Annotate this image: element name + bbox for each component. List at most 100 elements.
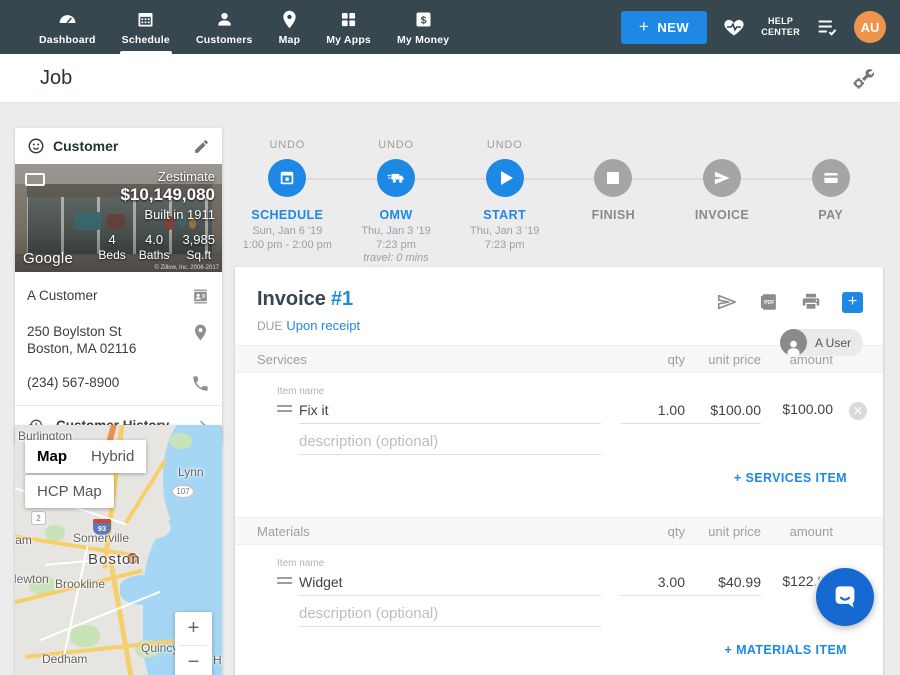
- nav-label: Map: [279, 34, 301, 46]
- section-name: Materials: [257, 524, 621, 539]
- zoom-in-button[interactable]: +: [175, 612, 212, 645]
- job-settings-wrench-icon[interactable]: [850, 66, 876, 92]
- omw-step-button[interactable]: [377, 159, 415, 197]
- customer-details: A Customer 250 Boylston StBoston, MA 021…: [15, 272, 222, 445]
- map-zoom-control: + −: [175, 612, 212, 675]
- map-card[interactable]: 107 2 93 Burlington Lynn Somerville Bost…: [15, 425, 222, 675]
- task-list-icon[interactable]: [815, 15, 839, 39]
- assigned-user-pill[interactable]: A User: [780, 329, 863, 356]
- nav-item-customers[interactable]: Customers: [183, 0, 266, 54]
- google-watermark: Google: [23, 250, 73, 267]
- step-pay: PAY: [776, 133, 885, 266]
- pdf-icon[interactable]: PDF: [758, 291, 780, 313]
- amount-column-header: amount: [761, 524, 833, 539]
- calendar-icon: [277, 168, 297, 188]
- unit-price-column-header: unit price: [685, 352, 761, 367]
- nav-label: Dashboard: [39, 34, 96, 46]
- customer-name: A Customer: [27, 287, 191, 304]
- add-invoice-item-button[interactable]: +: [842, 292, 863, 313]
- step-invoice: INVOICE: [668, 133, 777, 266]
- svg-text:$: $: [420, 14, 426, 26]
- send-invoice-icon[interactable]: [716, 291, 738, 313]
- invoice-header: Invoice#1 DUEUpon receipt PDF + A User: [235, 267, 883, 345]
- step-schedule: UNDO SCHEDULE Sun, Jan 6 '191:00 pm - 2:…: [233, 133, 342, 266]
- map-type-buttons: Map Hybrid: [25, 440, 146, 473]
- map-label: Dedham: [42, 652, 87, 666]
- item-name-input[interactable]: [299, 571, 601, 596]
- health-heart-icon[interactable]: [722, 15, 746, 39]
- description-input[interactable]: [299, 430, 601, 455]
- zoom-out-button[interactable]: −: [175, 646, 212, 675]
- property-photo: Zestimate $10,149,080 Built in 1911 4Bed…: [15, 164, 222, 272]
- help-center-button[interactable]: HELPCENTER: [761, 16, 800, 38]
- route-shield-107: 107: [172, 485, 194, 498]
- schedule-step-button[interactable]: [268, 159, 306, 197]
- qty-input[interactable]: [621, 399, 685, 424]
- pay-step-button[interactable]: [812, 159, 850, 197]
- invoice-step-button[interactable]: [703, 159, 741, 197]
- page-title: Job: [40, 67, 72, 90]
- map-label: Somerville: [73, 531, 129, 545]
- unit-price-input[interactable]: [685, 571, 761, 596]
- description-input[interactable]: [299, 602, 601, 627]
- page-header: Job: [0, 54, 900, 103]
- print-icon[interactable]: [800, 291, 822, 313]
- route-shield-2: 2: [31, 511, 46, 525]
- customer-phone: (234) 567-8900: [27, 374, 191, 391]
- nav-item-schedule[interactable]: Schedule: [109, 0, 183, 54]
- money-dollar-icon: $: [413, 9, 434, 30]
- undo-start-button[interactable]: UNDO: [450, 139, 559, 155]
- map-label: Waltham: [15, 533, 32, 547]
- due-terms-link[interactable]: Upon receipt: [286, 318, 360, 333]
- map-label: Brookline: [55, 577, 105, 591]
- map-label: Hingham: [213, 653, 222, 667]
- new-button[interactable]: +NEW: [621, 11, 707, 44]
- item-name-input[interactable]: [299, 399, 601, 424]
- qty-input[interactable]: [621, 571, 685, 596]
- add-materials-item-link[interactable]: + MATERIALS ITEM: [725, 643, 848, 657]
- apps-grid-icon: [338, 9, 359, 30]
- nav-item-my-apps[interactable]: My Apps: [313, 0, 384, 54]
- customer-card-title: Customer: [53, 138, 193, 154]
- drag-handle[interactable]: [277, 402, 292, 415]
- map-label: Lynn: [178, 465, 204, 479]
- nav-item-my-money[interactable]: $ My Money: [384, 0, 462, 54]
- start-step-button[interactable]: [486, 159, 524, 197]
- map-label: Newton: [15, 572, 49, 586]
- map-type-hybrid-button[interactable]: Hybrid: [79, 440, 146, 473]
- undo-omw-button[interactable]: UNDO: [342, 139, 451, 155]
- nav-item-map[interactable]: Map: [266, 0, 314, 54]
- map-label: Quincy: [141, 641, 178, 655]
- credit-card-icon: [821, 168, 841, 188]
- materials-section: Materials qty unit price amount Item nam…: [235, 517, 883, 673]
- item-name-label: Item name: [277, 386, 883, 397]
- chat-widget-button[interactable]: [816, 568, 874, 626]
- services-section: Services qty unit price amount Item name…: [235, 345, 883, 501]
- remove-item-button[interactable]: ✕: [849, 402, 867, 420]
- nav-item-dashboard[interactable]: Dashboard: [26, 0, 109, 54]
- qty-column-header: qty: [621, 352, 685, 367]
- drag-handle[interactable]: [277, 574, 292, 587]
- finish-step-button[interactable]: [594, 159, 632, 197]
- undo-schedule-button[interactable]: UNDO: [233, 139, 342, 155]
- job-progress-stepper: UNDO SCHEDULE Sun, Jan 6 '191:00 pm - 2:…: [233, 133, 885, 263]
- map-type-map-button[interactable]: Map: [25, 440, 79, 473]
- zestimate-overlay: Zestimate $10,149,080 Built in 1911: [120, 169, 215, 222]
- edit-pencil-icon[interactable]: [193, 138, 210, 155]
- line-amount: $100.00: [761, 401, 833, 424]
- add-services-item-link[interactable]: + SERVICES ITEM: [734, 471, 847, 485]
- user-avatar[interactable]: AU: [854, 11, 886, 43]
- plus-icon: +: [639, 17, 649, 37]
- map-pin-icon: [279, 9, 300, 30]
- section-name: Services: [257, 352, 621, 367]
- customer-address-row: 250 Boylston StBoston, MA 02116: [15, 314, 222, 365]
- nav-right: +NEW HELPCENTER AU: [621, 0, 886, 54]
- user-avatar-icon: [780, 329, 807, 356]
- invoice-card: Invoice#1 DUEUpon receipt PDF + A User S…: [235, 267, 883, 675]
- zestimate-value: $10,149,080: [120, 185, 215, 205]
- svg-text:PDF: PDF: [764, 300, 774, 306]
- unit-price-column-header: unit price: [685, 524, 761, 539]
- phone-icon[interactable]: [191, 374, 210, 393]
- hcp-map-button[interactable]: HCP Map: [25, 475, 114, 508]
- unit-price-input[interactable]: [685, 399, 761, 424]
